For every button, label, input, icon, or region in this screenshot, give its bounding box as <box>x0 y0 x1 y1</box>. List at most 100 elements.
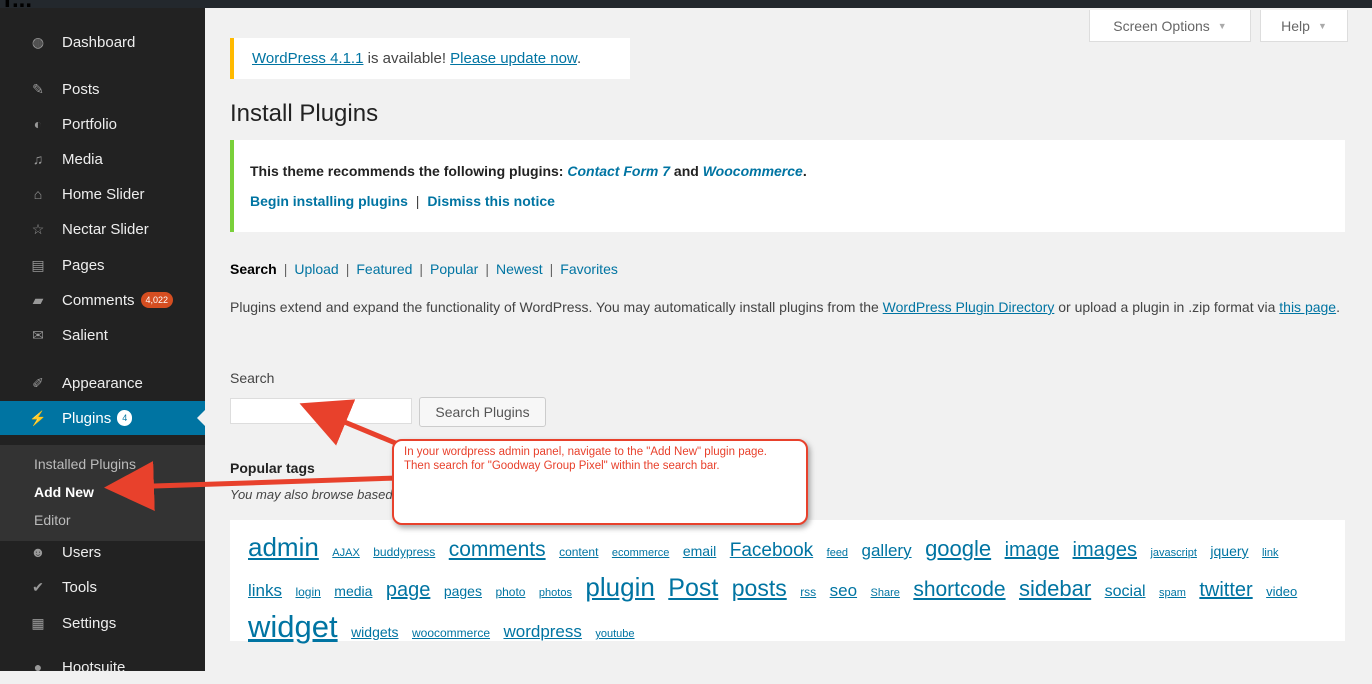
tag-link[interactable]: video <box>1266 584 1297 599</box>
tag-link[interactable]: content <box>559 545 598 559</box>
plugin-search-input[interactable] <box>230 398 412 424</box>
tag-link[interactable]: plugin <box>585 572 654 602</box>
settings-icon: ▦ <box>31 614 45 631</box>
submenu-add-new[interactable]: Add New <box>34 484 94 500</box>
tag-link[interactable]: photos <box>539 587 572 599</box>
desc-text: Plugins extend and expand the functional… <box>230 299 883 315</box>
submenu-editor[interactable]: Editor <box>34 512 71 528</box>
tag-link[interactable]: widgets <box>351 624 398 640</box>
tag-link[interactable]: photo <box>495 585 525 599</box>
tag-link[interactable]: posts <box>732 575 787 601</box>
wrench-icon: ✔ <box>32 578 44 595</box>
filter-search[interactable]: Search <box>230 261 277 277</box>
tag-link[interactable]: social <box>1105 583 1146 600</box>
tag-link[interactable]: media <box>334 583 372 599</box>
sidebar-item-media[interactable]: ♫ Media <box>0 142 205 176</box>
tag-link[interactable]: youtube <box>595 628 634 640</box>
sidebar-item-posts[interactable]: ✎ Posts <box>0 72 205 106</box>
this-page-link[interactable]: this page <box>1279 299 1336 315</box>
tag-link[interactable]: comments <box>449 538 546 561</box>
pages-icon: ▤ <box>31 256 45 273</box>
star-icon: ☆ <box>31 220 45 237</box>
tag-link[interactable]: link <box>1262 547 1279 559</box>
woocommerce-link[interactable]: Woocommerce <box>703 163 803 179</box>
sidebar-item-hootsuite[interactable]: ● Hootsuite <box>0 650 205 684</box>
sidebar-item-portfolio[interactable]: ◐ Portfolio <box>0 107 205 141</box>
admin-sidebar: ◍ Dashboard ✎ Posts ◐ Portfolio ♫ Media … <box>0 8 205 676</box>
tag-link[interactable]: image <box>1005 539 1059 561</box>
tag-link[interactable]: pages <box>444 583 482 599</box>
sidebar-item-home-slider[interactable]: ⌂ Home Slider <box>0 177 205 211</box>
tag-link[interactable]: links <box>248 581 282 600</box>
sidebar-item-label: Hootsuite <box>62 658 126 676</box>
help-button[interactable]: Help ▼ <box>1260 10 1348 42</box>
tag-link[interactable]: images <box>1073 539 1137 561</box>
filter-favorites[interactable]: Favorites <box>560 261 618 277</box>
tag-link[interactable]: login <box>295 585 320 599</box>
tag-link[interactable]: email <box>683 543 716 559</box>
comment-icon: ▰ <box>32 291 44 308</box>
tag-link[interactable]: wordpress <box>503 622 581 641</box>
sidebar-item-plugins[interactable]: ⚡ Plugins 4 <box>0 401 205 435</box>
wordpress-version-link[interactable]: WordPress 4.1.1 <box>252 50 363 67</box>
sidebar-item-label: Appearance <box>62 374 143 392</box>
sidebar-item-comments[interactable]: ▰ Comments 4,022 <box>0 283 205 317</box>
tag-link[interactable]: twitter <box>1199 579 1252 601</box>
owl-icon: ● <box>33 659 43 675</box>
sidebar-item-tools[interactable]: ✔ Tools <box>0 570 205 604</box>
brush-icon: ✐ <box>32 374 44 391</box>
filter-popular[interactable]: Popular <box>430 261 478 277</box>
tag-link[interactable]: google <box>925 536 991 561</box>
comments-count-badge: 4,022 <box>140 292 174 308</box>
tag-link[interactable]: spam <box>1159 587 1186 599</box>
mail-icon: ✉ <box>32 326 44 343</box>
filter-featured[interactable]: Featured <box>356 261 412 277</box>
update-now-link[interactable]: Please update now <box>450 50 577 67</box>
tag-link[interactable]: feed <box>827 547 848 559</box>
filter-upload[interactable]: Upload <box>294 261 338 277</box>
submenu-installed-plugins[interactable]: Installed Plugins <box>34 456 136 472</box>
sidebar-item-nectar-slider[interactable]: ☆ Nectar Slider <box>0 212 205 246</box>
tag-link[interactable]: rss <box>800 585 816 599</box>
tag-link[interactable]: Facebook <box>730 540 813 561</box>
tag-link[interactable]: admin <box>248 532 319 562</box>
sidebar-item-salient[interactable]: ✉ Salient <box>0 318 205 352</box>
tag-link[interactable]: page <box>386 579 431 601</box>
tag-link[interactable]: shortcode <box>913 578 1005 601</box>
sidebar-item-settings[interactable]: ▦ Settings <box>0 606 205 640</box>
tag-link[interactable]: Share <box>871 587 900 599</box>
sidebar-item-pages[interactable]: ▤ Pages <box>0 248 205 282</box>
tag-link[interactable]: buddypress <box>373 545 435 559</box>
sidebar-item-dashboard[interactable]: ◍ Dashboard <box>0 25 205 59</box>
tag-link[interactable]: gallery <box>862 541 912 560</box>
top-strip <box>0 0 1372 8</box>
screen-options-label: Screen Options <box>1113 17 1210 34</box>
tag-link[interactable]: jquery <box>1210 543 1248 559</box>
plugin-icon: ⚡ <box>29 409 47 426</box>
tag-link[interactable]: widget <box>248 609 338 644</box>
caret-down-icon: ▼ <box>1317 20 1327 31</box>
caret-down-icon: ▼ <box>1217 20 1227 31</box>
sidebar-item-users[interactable]: ☻ Users <box>0 535 205 569</box>
pin-icon: ✎ <box>32 80 44 97</box>
search-plugins-button[interactable]: Search Plugins <box>419 397 546 427</box>
plugins-count-badge: 4 <box>117 410 133 426</box>
tag-link[interactable]: ecommerce <box>612 547 669 559</box>
tag-link[interactable]: seo <box>830 581 857 600</box>
begin-installing-link[interactable]: Begin installing plugins <box>250 193 408 209</box>
help-label: Help <box>1281 17 1310 34</box>
media-icon: ♫ <box>32 151 44 167</box>
sidebar-item-appearance[interactable]: ✐ Appearance <box>0 366 205 400</box>
browse-tags-text: You may also browse based on the most po… <box>230 487 400 502</box>
screen-options-button[interactable]: Screen Options ▼ <box>1089 10 1251 42</box>
tag-link[interactable]: sidebar <box>1019 576 1091 601</box>
plugin-directory-link[interactable]: WordPress Plugin Directory <box>883 299 1055 315</box>
update-notice: WordPress 4.1.1 is available! Please upd… <box>230 38 630 79</box>
tag-link[interactable]: AJAX <box>332 547 360 559</box>
filter-newest[interactable]: Newest <box>496 261 543 277</box>
contact-form-7-link[interactable]: Contact Form 7 <box>567 163 670 179</box>
tag-link[interactable]: javascript <box>1150 547 1196 559</box>
tag-link[interactable]: Post <box>668 574 718 602</box>
tag-link[interactable]: woocommerce <box>412 626 490 640</box>
dismiss-notice-link[interactable]: Dismiss this notice <box>427 193 555 209</box>
